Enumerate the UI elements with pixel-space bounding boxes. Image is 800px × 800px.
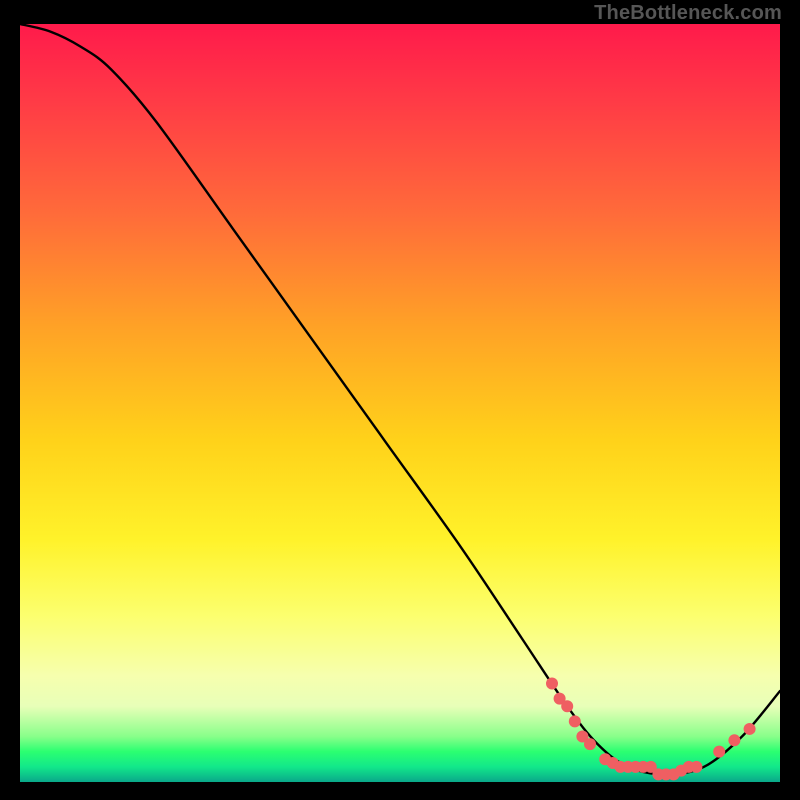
plot-area (20, 24, 780, 782)
marker-point (728, 734, 740, 746)
chart-overlay (20, 24, 780, 782)
marker-point (744, 723, 756, 735)
marker-point (584, 738, 596, 750)
highlighted-points (546, 677, 756, 780)
marker-point (713, 746, 725, 758)
marker-point (561, 700, 573, 712)
attribution-text: TheBottleneck.com (594, 2, 782, 25)
marker-point (569, 715, 581, 727)
marker-point (546, 677, 558, 689)
bottleneck-curve (20, 24, 780, 774)
chart-stage: TheBottleneck.com (0, 0, 800, 800)
marker-point (690, 761, 702, 773)
